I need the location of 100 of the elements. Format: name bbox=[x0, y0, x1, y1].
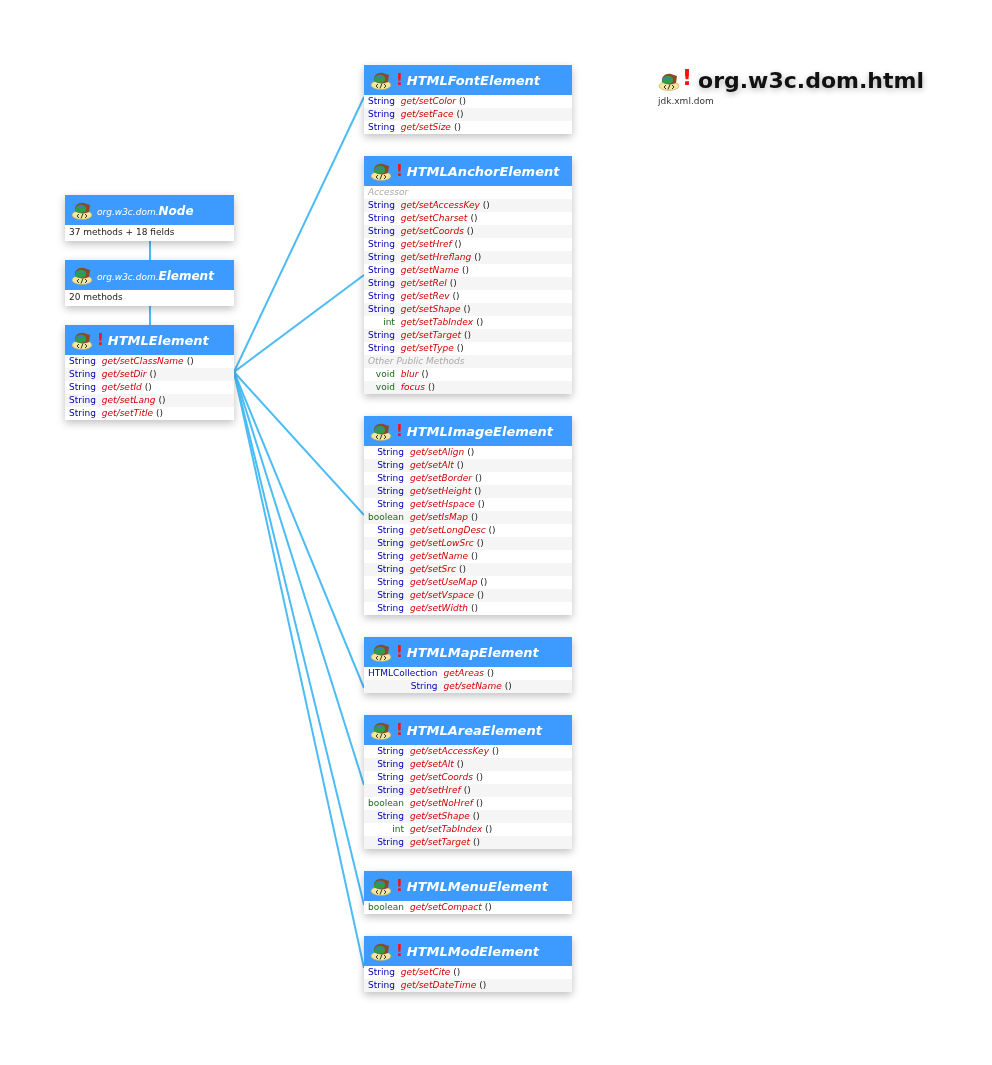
parameter-list: () bbox=[452, 290, 460, 303]
return-type: String bbox=[367, 199, 396, 212]
method-name: get/setType bbox=[400, 342, 454, 355]
method-name: get/setNoHref bbox=[410, 797, 473, 810]
return-type: String bbox=[367, 290, 396, 303]
exclamation-mark: ! bbox=[396, 423, 403, 439]
parameter-list: () bbox=[477, 498, 485, 511]
return-type: String bbox=[68, 368, 97, 381]
method-name: get/setName bbox=[400, 264, 459, 277]
return-type: String bbox=[376, 771, 405, 784]
parameter-list: () bbox=[470, 212, 478, 225]
return-type: String bbox=[376, 589, 405, 602]
parameter-list: () bbox=[476, 537, 484, 550]
parameter-list: () bbox=[458, 563, 466, 576]
method-name: getAreas bbox=[443, 667, 484, 680]
section-label: Other Public Methods bbox=[367, 355, 466, 368]
library-icon bbox=[370, 941, 392, 961]
parameter-list: () bbox=[453, 121, 461, 134]
parameter-list: () bbox=[474, 251, 482, 264]
return-type: boolean bbox=[367, 797, 405, 810]
parameter-list: () bbox=[467, 446, 475, 459]
method-name: get/setWidth bbox=[410, 602, 468, 615]
return-type: String bbox=[367, 108, 396, 121]
class-name: org.w3c.dom.Element bbox=[97, 268, 214, 283]
method-name: get/setId bbox=[101, 381, 142, 394]
class-name: HTMLElement bbox=[107, 333, 209, 347]
exclamation-mark: ! bbox=[97, 332, 104, 348]
exclamation-mark: ! bbox=[396, 72, 403, 88]
parameter-list: () bbox=[475, 771, 483, 784]
class-name: org.w3c.dom.Node bbox=[97, 203, 194, 218]
return-type: String bbox=[367, 277, 396, 290]
parameter-list: () bbox=[471, 550, 479, 563]
return-type: void bbox=[374, 368, 396, 381]
method-name: get/setCoords bbox=[400, 225, 464, 238]
return-type: String bbox=[376, 745, 405, 758]
method-name: get/setClassName bbox=[101, 355, 184, 368]
return-type: String bbox=[376, 485, 405, 498]
return-type: String bbox=[367, 342, 396, 355]
parameter-list: () bbox=[473, 836, 481, 849]
member-summary: 37 methods + 18 fields bbox=[68, 226, 176, 240]
return-type: String bbox=[409, 680, 439, 693]
exclamation-mark: ! bbox=[396, 943, 403, 959]
method-name: get/setCoords bbox=[410, 771, 473, 784]
return-type: String bbox=[376, 576, 405, 589]
parameter-list: () bbox=[158, 394, 166, 407]
parameter-list: () bbox=[480, 576, 488, 589]
parameter-list: () bbox=[462, 264, 469, 277]
method-name: get/setTabIndex bbox=[400, 316, 474, 329]
exclamation-mark: ! bbox=[396, 163, 403, 179]
return-type: String bbox=[68, 381, 97, 394]
parameter-list: () bbox=[477, 589, 485, 602]
method-name: get/setSrc bbox=[410, 563, 456, 576]
method-name: get/setColor bbox=[400, 95, 456, 108]
method-name: get/setTitle bbox=[101, 407, 153, 420]
method-name: get/setUseMap bbox=[410, 576, 478, 589]
method-name: get/setRev bbox=[400, 290, 450, 303]
parameter-list: () bbox=[479, 979, 487, 992]
method-name: get/setLongDesc bbox=[410, 524, 486, 537]
parameter-list: () bbox=[463, 784, 471, 797]
method-name: get/setLowSrc bbox=[410, 537, 474, 550]
parameter-list: () bbox=[463, 303, 471, 316]
method-name: get/setCite bbox=[400, 966, 451, 979]
library-icon bbox=[370, 161, 392, 181]
library-icon bbox=[71, 200, 93, 220]
parameter-list: () bbox=[466, 225, 474, 238]
method-name: get/setHspace bbox=[410, 498, 475, 511]
method-name: get/setShape bbox=[410, 810, 470, 823]
method-name: get/setAccessKey bbox=[400, 199, 480, 212]
parameter-list: () bbox=[470, 602, 478, 615]
method-name: get/setAlign bbox=[410, 446, 465, 459]
method-name: get/setIsMap bbox=[410, 511, 468, 524]
class-name: HTMLAnchorElement bbox=[406, 164, 560, 178]
return-type: String bbox=[367, 966, 396, 979]
connector-line bbox=[149, 239, 151, 261]
exclamation-mark: ! bbox=[682, 67, 693, 89]
class-name: HTMLFontElement bbox=[406, 73, 541, 87]
parameter-list: () bbox=[486, 667, 494, 680]
class-name: HTMLImageElement bbox=[406, 424, 554, 438]
method-name: get/setName bbox=[410, 550, 469, 563]
parameter-list: () bbox=[485, 823, 493, 836]
method-name: get/setShape bbox=[400, 303, 461, 316]
parameter-list: () bbox=[470, 511, 478, 524]
parameter-list: () bbox=[476, 316, 484, 329]
return-type: String bbox=[367, 264, 396, 277]
class-name: HTMLModElement bbox=[406, 944, 539, 958]
method-name: get/setAccessKey bbox=[410, 745, 489, 758]
parameter-list: () bbox=[484, 901, 492, 914]
method-name: get/setHref bbox=[400, 238, 452, 251]
parameter-list: () bbox=[144, 381, 152, 394]
return-type: String bbox=[376, 524, 405, 537]
return-type: void bbox=[374, 381, 396, 394]
parameter-list: () bbox=[156, 407, 164, 420]
module-name: jdk.xml.dom bbox=[658, 94, 715, 108]
return-type: String bbox=[367, 225, 396, 238]
method-name: get/setTarget bbox=[410, 836, 471, 849]
return-type: String bbox=[367, 303, 396, 316]
parameter-list: () bbox=[464, 329, 471, 342]
return-type: String bbox=[367, 95, 396, 108]
method-name: get/setVspace bbox=[410, 589, 475, 602]
parameter-list: () bbox=[472, 810, 480, 823]
